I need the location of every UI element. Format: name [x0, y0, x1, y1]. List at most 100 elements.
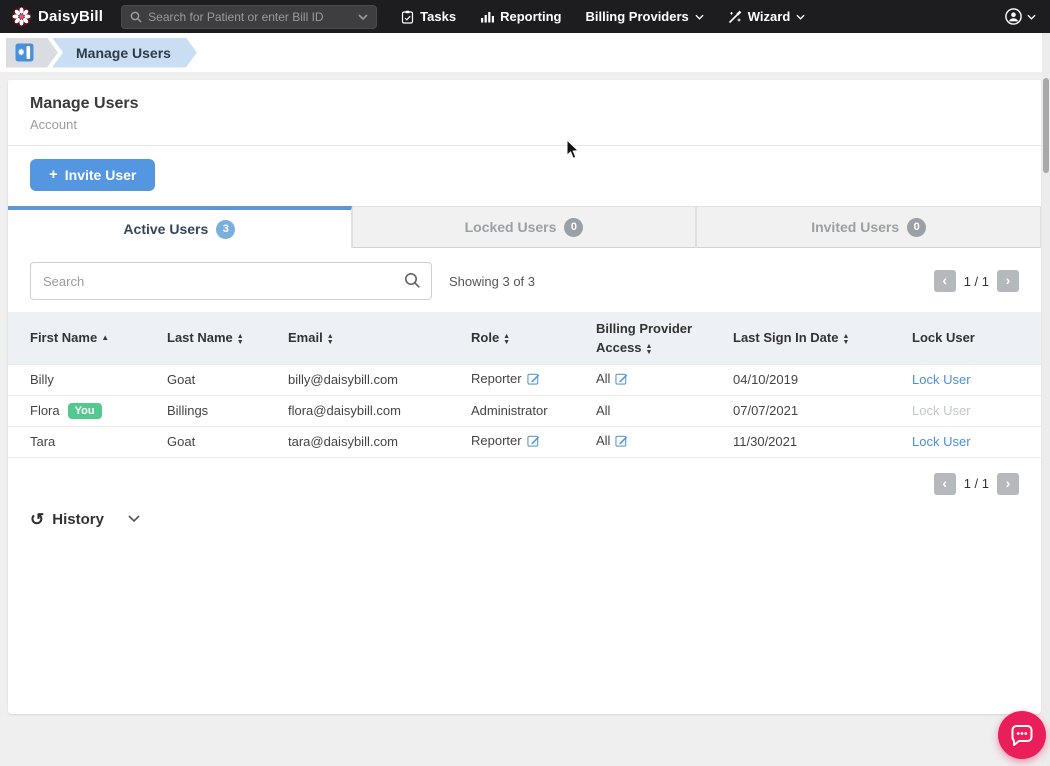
sort-icon: ▲ ▼: [236, 333, 244, 347]
tab-invited-users-label: Invited Users: [811, 219, 900, 235]
user-role: Reporter: [471, 433, 522, 448]
user-access: All: [596, 371, 611, 386]
col-role[interactable]: Role ▲ ▼: [471, 312, 596, 364]
scrollbar-thumb[interactable]: [1043, 78, 1049, 173]
bar-chart-icon: [480, 10, 495, 23]
user-last-name: Goat: [167, 372, 196, 387]
user-last-sign-in: 04/10/2019: [733, 372, 799, 387]
breadcrumb: Manage Users: [0, 33, 1050, 72]
tab-invited-users[interactable]: Invited Users 0: [696, 206, 1042, 248]
col-last-name[interactable]: Last Name ▲ ▼: [167, 312, 288, 364]
user-access: All: [596, 403, 611, 418]
tab-active-users[interactable]: Active Users 3: [8, 206, 352, 248]
user-first-name: Flora: [30, 402, 60, 418]
next-page-button[interactable]: ›: [997, 472, 1019, 495]
user-menu[interactable]: [1005, 8, 1036, 25]
edit-role-icon[interactable]: [526, 373, 540, 388]
invite-user-button[interactable]: + Invite User: [30, 159, 156, 191]
user-email: tara@daisybill.com: [288, 434, 399, 449]
tab-active-users-label: Active Users: [123, 221, 209, 237]
page-title: Manage Users: [30, 95, 139, 112]
users-search-input[interactable]: [30, 262, 432, 300]
sort-icon: ▲ ▼: [645, 342, 653, 356]
nav-tasks-label: Tasks: [420, 9, 457, 24]
history-label: History: [52, 510, 104, 528]
chat-widget-button[interactable]: [998, 711, 1046, 759]
edit-access-icon[interactable]: [615, 435, 628, 450]
user-role: Reporter: [471, 371, 522, 386]
you-badge: You: [67, 402, 102, 419]
nav-tasks[interactable]: Tasks: [401, 9, 456, 24]
chevron-down-icon: [1027, 14, 1036, 20]
global-search-box[interactable]: [121, 4, 378, 29]
edit-access-icon[interactable]: [615, 373, 628, 388]
chat-bubble-icon: [1009, 722, 1035, 748]
breadcrumb-home[interactable]: [6, 38, 58, 68]
top-navbar: DaisyBill Tasks: [0, 0, 1050, 33]
col-billing-provider-access[interactable]: Billing Provider Access ▲ ▼: [596, 312, 733, 364]
breadcrumb-current-label: Manage Users: [76, 44, 171, 61]
page-scrollbar[interactable]: [1042, 33, 1050, 766]
table-toolbar: Showing 3 of 3 ‹ 1 / 1 ›: [8, 248, 1041, 312]
locked-users-count-badge: 0: [564, 217, 584, 237]
table-header-row: First Name ▲ Last Name ▲ ▼ Email ▲ ▼ Role ▲ ▼ B…: [8, 312, 1041, 364]
global-search-input[interactable]: [148, 9, 353, 24]
invited-users-count-badge: 0: [907, 217, 927, 237]
user-last-sign-in: 07/07/2021: [733, 403, 799, 418]
table-row: Billy Goat billy@daisybill.com Reporter …: [8, 363, 1041, 395]
col-lock-user: Lock User: [912, 312, 1041, 364]
users-table: First Name ▲ Last Name ▲ ▼ Email ▲ ▼ Role ▲ ▼ B…: [8, 312, 1041, 458]
nav-wizard-label: Wizard: [747, 9, 791, 24]
nav-wizard[interactable]: Wizard: [728, 9, 806, 24]
page-subtitle: Account: [30, 117, 77, 132]
user-first-name: Tara: [30, 434, 56, 449]
brand[interactable]: DaisyBill: [12, 7, 103, 26]
lock-user-link[interactable]: Lock User: [912, 434, 971, 449]
col-first-name[interactable]: First Name ▲: [8, 312, 167, 364]
history-icon: ↺: [30, 509, 45, 529]
sort-ascending-icon: ▲: [101, 333, 110, 343]
user-tabs: Active Users 3 Locked Users 0 Invited Us…: [8, 206, 1042, 248]
prev-page-button[interactable]: ‹: [933, 472, 956, 495]
daisybill-logo-icon: [12, 7, 31, 26]
tab-locked-users-label: Locked Users: [464, 219, 557, 235]
user-access: All: [596, 433, 611, 448]
search-icon: [130, 11, 142, 23]
user-role: Administrator: [471, 403, 548, 418]
table-row: Flora You Billings flora@daisybill.com Ad…: [8, 394, 1041, 426]
sort-icon: ▲ ▼: [503, 333, 511, 347]
user-last-name: Billings: [167, 403, 209, 418]
col-last-sign-in-date[interactable]: Last Sign In Date ▲ ▼: [733, 312, 912, 364]
lock-user-link-disabled: Lock User: [912, 403, 971, 418]
next-page-button[interactable]: ›: [997, 270, 1019, 292]
page-header: Manage Users Account: [8, 80, 1041, 146]
sort-icon: ▲ ▼: [326, 333, 334, 347]
nav-reporting-label: Reporting: [500, 9, 562, 24]
edit-role-icon[interactable]: [526, 435, 540, 450]
account-door-icon: [15, 43, 34, 62]
chevron-down-icon: [695, 14, 704, 20]
user-email: flora@daisybill.com: [288, 403, 401, 418]
manage-users-card: Manage Users Account + Invite User Activ…: [8, 80, 1042, 714]
chevron-down-icon[interactable]: [128, 515, 140, 523]
wand-icon: [728, 10, 742, 24]
breadcrumb-current[interactable]: Manage Users: [52, 38, 197, 68]
user-first-name: Billy: [30, 372, 54, 387]
pagination-top: ‹ 1 / 1 ›: [933, 270, 1019, 292]
page-indicator: 1 / 1: [963, 273, 989, 289]
user-last-name: Goat: [167, 434, 196, 449]
user-email: billy@daisybill.com: [288, 372, 399, 387]
col-email[interactable]: Email ▲ ▼: [288, 312, 471, 364]
tab-locked-users[interactable]: Locked Users 0: [351, 206, 697, 248]
nav-billing-providers[interactable]: Billing Providers: [585, 9, 704, 24]
nav-reporting[interactable]: Reporting: [480, 9, 561, 24]
prev-page-button[interactable]: ‹: [933, 270, 956, 292]
search-dropdown-caret-icon[interactable]: [358, 13, 368, 20]
history-section[interactable]: ↺ History: [8, 501, 1041, 538]
lock-user-link[interactable]: Lock User: [912, 372, 971, 387]
plus-icon: +: [49, 166, 58, 183]
user-last-sign-in: 11/30/2021: [733, 434, 798, 449]
user-avatar-icon: [1005, 8, 1022, 25]
clipboard-icon: [401, 10, 414, 24]
active-users-count-badge: 3: [216, 219, 236, 239]
